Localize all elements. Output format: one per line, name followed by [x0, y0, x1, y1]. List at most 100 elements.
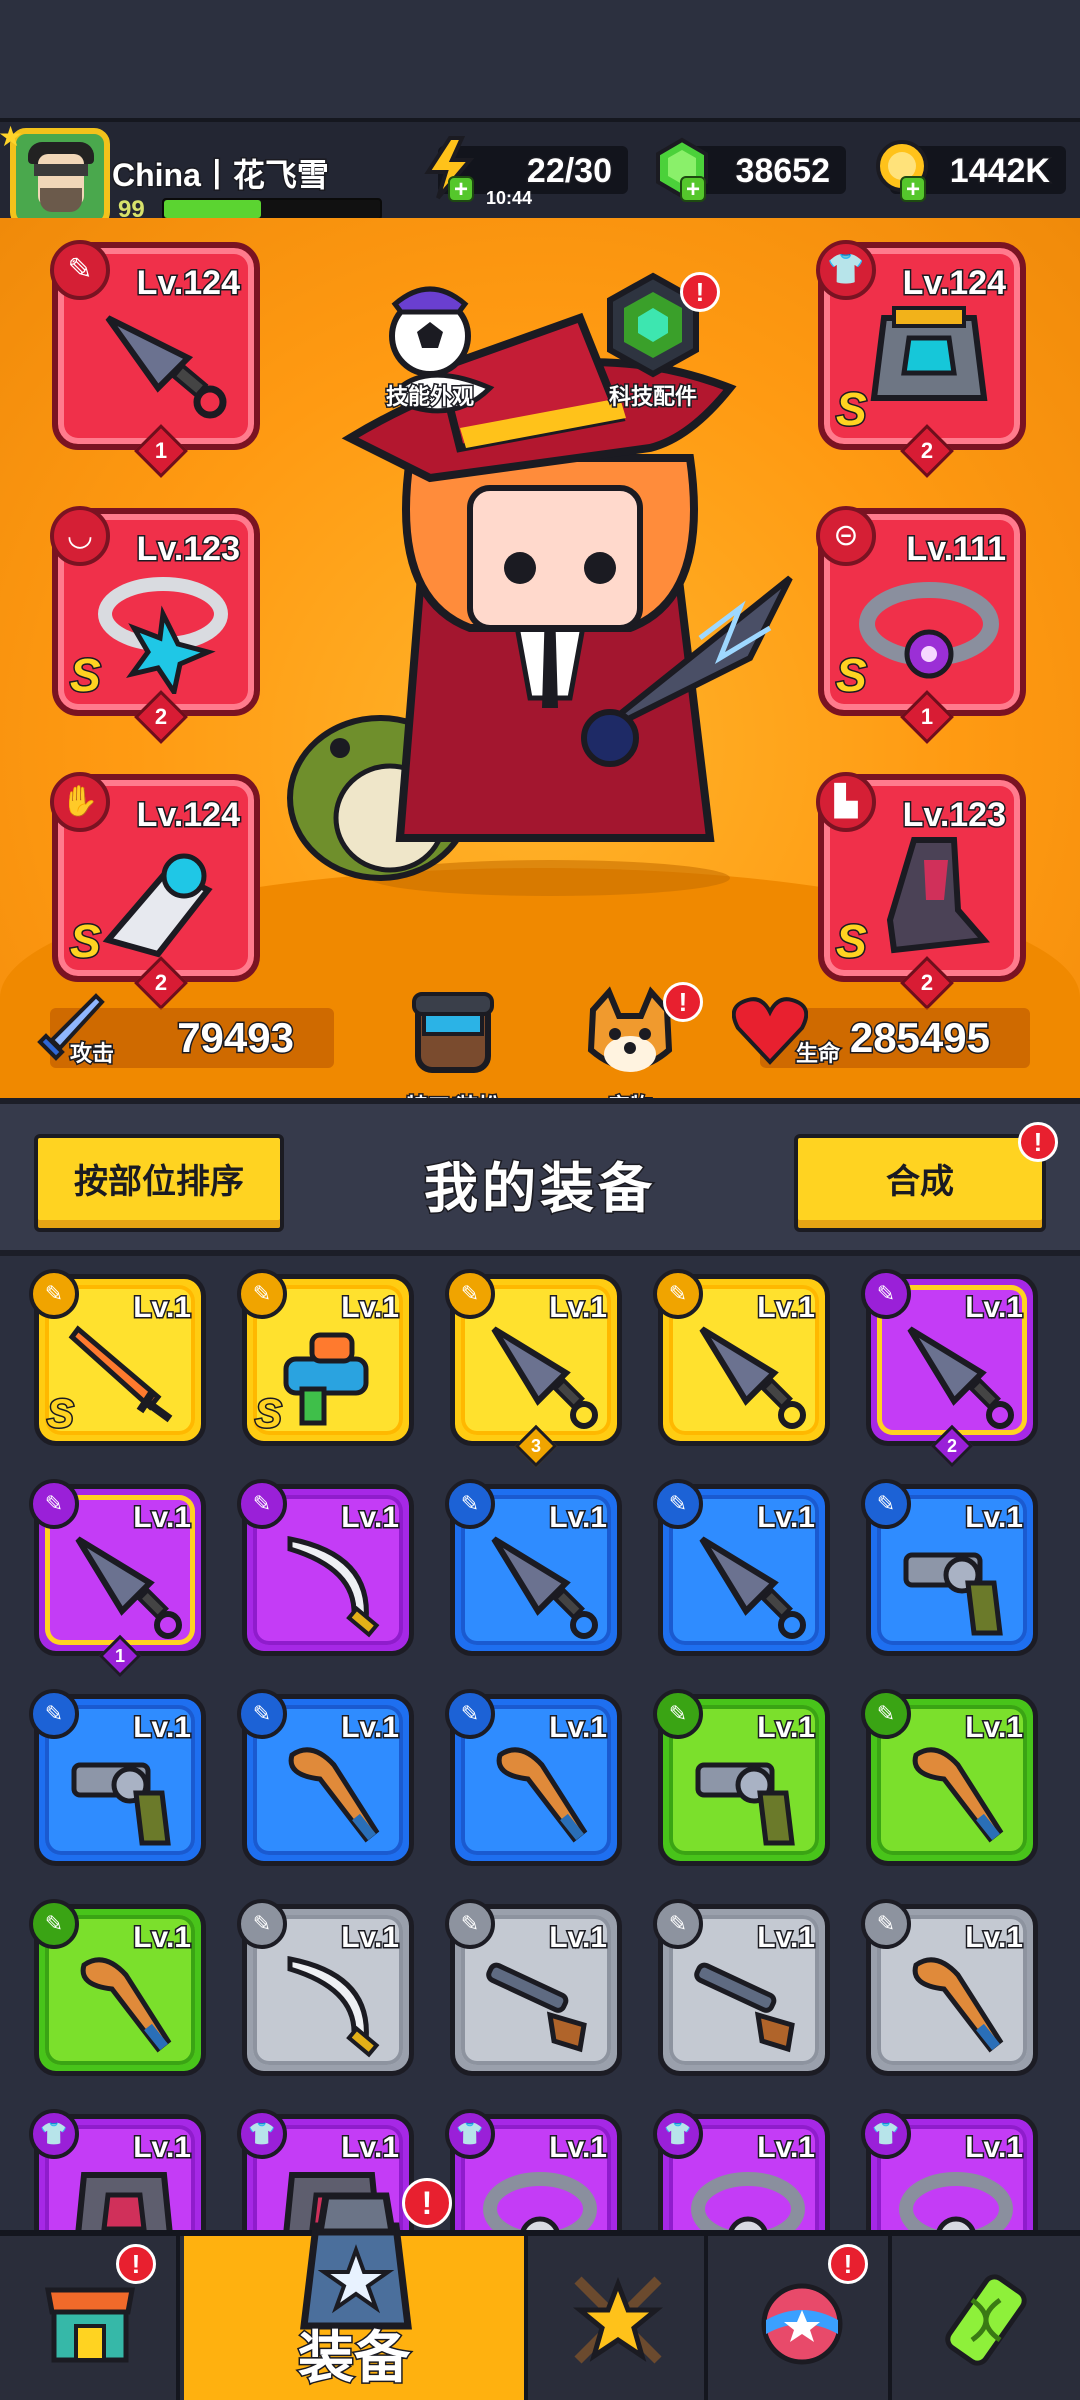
inventory-item[interactable]: ✎ Lv.1	[445, 1689, 622, 1866]
dna-capsule-icon	[945, 2274, 1027, 2366]
inventory-title: 我的装备	[423, 1158, 656, 1221]
equip-stars: 1	[154, 438, 168, 463]
scimitar-icon	[287, 1955, 380, 2058]
inventory-item[interactable]: 👕 Lv.1	[861, 2109, 1038, 2230]
boots-slot-icon: ▙	[816, 772, 876, 832]
revolver-icon	[695, 1762, 795, 1846]
egg-icon	[761, 2283, 843, 2365]
nav-tab-lab[interactable]	[896, 2236, 1076, 2400]
item-type-icon: 👕	[29, 2109, 79, 2159]
inventory-item[interactable]: 👕 Lv.1	[29, 2109, 206, 2230]
inventory-item[interactable]: ✎ Lv.1 2	[861, 1269, 1038, 1468]
xp-fill	[164, 200, 262, 218]
kunai-icon	[491, 1536, 598, 1639]
item-level: Lv.1	[964, 2130, 1025, 2166]
inventory-item[interactable]: ✎ Lv.1	[653, 1899, 830, 2076]
equip-slot-weapon[interactable]: ✎ Lv.124 1	[50, 240, 260, 478]
item-level: Lv.1	[340, 1500, 401, 1536]
kunai-icon	[491, 1326, 598, 1429]
equip-slot-boots[interactable]: ▙ Lv.123 S 2	[816, 772, 1026, 1010]
nav-tab-equipment[interactable]: ! 装备	[184, 2178, 528, 2400]
nav-tab-eggs[interactable]: !	[712, 2236, 892, 2400]
agent-outfit-button[interactable]: 特工/装扮	[378, 980, 528, 1098]
inventory-header: 按部位排序 我的装备 合成 !	[0, 1098, 1080, 1256]
item-level: Lv.1	[964, 1290, 1025, 1326]
skill-skin-label: 技能外观	[384, 383, 475, 411]
attack-stat: 攻击 79493	[37, 993, 334, 1068]
equip-slot-belt[interactable]: ⊝ Lv.111 S 1	[816, 506, 1026, 744]
inventory-item[interactable]: 👕 Lv.1	[653, 2109, 830, 2230]
inventory-item[interactable]: ✎ Lv.1 3	[445, 1269, 622, 1468]
nav-tab-shop[interactable]: !	[0, 2236, 180, 2400]
kunai-icon	[699, 1326, 806, 1429]
kunai-icon	[699, 1536, 806, 1639]
xp-bar	[162, 198, 382, 220]
inventory-item[interactable]: ✎ Lv.1	[29, 1899, 206, 2076]
item-level: Lv.1	[548, 1290, 609, 1326]
belt-icon	[691, 2172, 805, 2230]
inventory-item[interactable]: ✎ Lv.1	[237, 1479, 414, 1656]
item-star-count: 3	[530, 1436, 541, 1456]
equip-slot-necklace[interactable]: ◡ Lv.123 S 2	[50, 506, 260, 744]
inventory-item[interactable]: ✎ Lv.1	[653, 1269, 830, 1446]
item-type-icon: ✎	[653, 1899, 703, 1949]
skill-skin-button[interactable]: 技能外观	[355, 270, 505, 411]
pets-button[interactable]: 宠物 !	[555, 980, 705, 1098]
hero-showcase: ✎ Lv.124 1 👕 Lv.124 S 2 ◡ Lv.123 S 2 ⊝ L…	[0, 218, 1080, 1098]
item-level: Lv.1	[756, 1710, 817, 1746]
sort-by-slot-button[interactable]: 按部位排序	[34, 1134, 284, 1232]
gold-add-button[interactable]: +	[900, 176, 926, 202]
equip-slot-gloves[interactable]: ✋ Lv.124 S 2	[50, 772, 260, 1010]
gems-counter[interactable]: + 38652	[656, 137, 846, 202]
bat-icon	[496, 1747, 588, 1843]
scimitar-icon	[287, 1535, 380, 1638]
energy-add-button[interactable]: +	[448, 176, 474, 202]
inventory-item[interactable]: ✎ Lv.1	[29, 1689, 206, 1866]
item-type-icon: 👕	[237, 2109, 287, 2159]
inventory-item[interactable]: ✎ Lv.1	[861, 1689, 1038, 1866]
kunai-icon	[75, 1536, 182, 1639]
energy-counter[interactable]: + 22/30 10:44	[424, 136, 628, 208]
sword-icon	[68, 1325, 173, 1423]
item-level: Lv.1	[132, 2130, 193, 2166]
shop-icon	[45, 2287, 135, 2363]
gold-counter[interactable]: + 1442K	[876, 140, 1066, 202]
hero-character[interactable]	[270, 278, 830, 898]
item-type-icon: ✎	[653, 1269, 703, 1319]
item-level: Lv.1	[132, 1290, 193, 1326]
item-type-icon: ✎	[237, 1269, 287, 1319]
tech-parts-label: 科技配件	[607, 383, 698, 411]
system-status-area	[0, 0, 1080, 120]
tech-parts-button[interactable]: 科技配件 !	[578, 270, 728, 411]
attack-value: 79493	[176, 1013, 296, 1063]
nav-tab-battle[interactable]	[528, 2236, 708, 2400]
belt-icon	[859, 582, 999, 679]
merge-button[interactable]: 合成	[794, 1134, 1046, 1232]
revolver-icon	[71, 1762, 171, 1846]
inventory-item[interactable]: ✎ Lv.1	[445, 1899, 622, 2076]
inventory-item[interactable]: ✎ Lv.1	[445, 1479, 622, 1656]
gems-add-button[interactable]: +	[680, 176, 706, 202]
necklace-icon	[98, 577, 228, 694]
agent-outfit-label: 特工/装扮	[378, 1089, 528, 1099]
inventory-item[interactable]: ✎ Lv.1	[237, 1689, 414, 1866]
inventory-item[interactable]: ✎ Lv.1 S	[237, 1269, 414, 1446]
inventory-item[interactable]: ✎ Lv.1	[861, 1479, 1038, 1656]
item-type-icon: 👕	[653, 2109, 703, 2159]
inventory-item[interactable]: ✎ Lv.1	[861, 1899, 1038, 2076]
inventory-item[interactable]: ✎ Lv.1	[653, 1689, 830, 1866]
inventory-item[interactable]: ✎ Lv.1 1	[29, 1479, 206, 1678]
inventory-item[interactable]: ✎ Lv.1	[653, 1479, 830, 1656]
tech-parts-alert-icon: !	[680, 272, 720, 312]
equipment-tab-label: 装备	[297, 2325, 412, 2391]
inventory-item[interactable]: ✎ Lv.1 S	[29, 1269, 206, 1446]
item-type-icon: 👕	[861, 2109, 911, 2159]
equip-slot-armor[interactable]: 👕 Lv.124 S 2	[816, 240, 1026, 478]
equip-stars: 1	[920, 704, 934, 729]
inventory-item[interactable]: 👕 Lv.1	[445, 2109, 622, 2230]
player-avatar[interactable]	[10, 128, 110, 228]
eggs-alert-icon: !	[828, 2244, 868, 2284]
inventory-item[interactable]: ✎ Lv.1	[237, 1899, 414, 2076]
item-type-icon: ✎	[237, 1479, 287, 1529]
item-level: Lv.1	[756, 1920, 817, 1956]
